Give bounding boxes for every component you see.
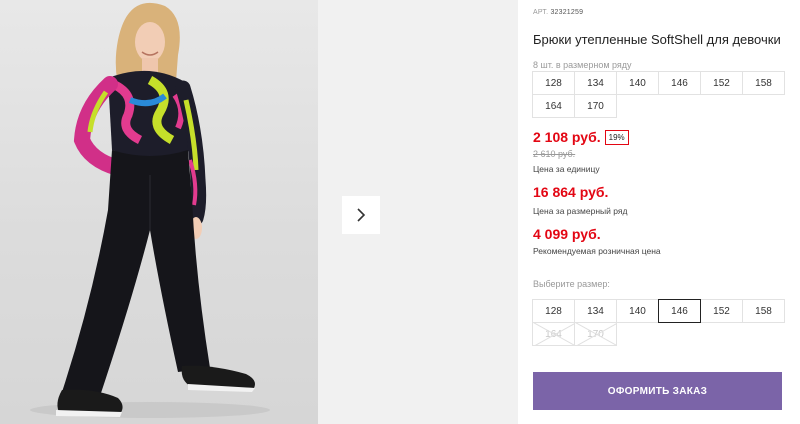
range-size-cell: 158: [742, 71, 785, 95]
retail-price: 4 099 руб.: [533, 226, 601, 242]
range-size-cell: 164: [532, 94, 575, 118]
unit-price-label: Цена за единицу: [533, 164, 600, 174]
article-label: АРТ.: [533, 9, 549, 16]
chevron-right-icon: [357, 208, 366, 222]
choose-size-label: Выберите размер:: [533, 279, 610, 289]
size-option-146-selected[interactable]: 146: [658, 299, 701, 323]
retail-price-label: Рекомендуемая розничная цена: [533, 246, 661, 256]
girl-photo-illustration: [30, 2, 270, 418]
size-option-164-unavailable: 164: [532, 322, 575, 346]
old-price: 2 610 руб.: [533, 149, 576, 159]
discount-badge: 19%: [604, 129, 629, 145]
range-size-cell: 134: [574, 71, 617, 95]
range-price: 16 864 руб.: [533, 184, 609, 200]
unit-price-row: 2 108 руб. 19%: [533, 129, 629, 145]
range-price-label: Цена за размерный ряд: [533, 206, 628, 216]
range-size-cell: 152: [700, 71, 743, 95]
product-title: Брюки утепленные SoftShell для девочки: [533, 32, 781, 47]
unit-price: 2 108 руб.: [533, 129, 601, 145]
size-option-140[interactable]: 140: [616, 299, 659, 323]
product-photo: [0, 0, 318, 424]
range-size-cell: 146: [658, 71, 701, 95]
range-size-cell: 170: [574, 94, 617, 118]
article-value: 32321259: [550, 9, 584, 16]
gallery-next-button[interactable]: [342, 196, 380, 234]
size-selector: 128 134 140 146 152 158 164 170: [532, 299, 785, 346]
size-option-170-unavailable: 170: [574, 322, 617, 346]
article-number: АРТ. 32321259: [533, 9, 583, 16]
range-note: 8 шт. в размерном ряду: [533, 60, 632, 70]
size-range-grid: 128 134 140 146 152 158 164 170: [532, 71, 785, 118]
size-option-152[interactable]: 152: [700, 299, 743, 323]
place-order-button[interactable]: ОФОРМИТЬ ЗАКАЗ: [533, 372, 782, 410]
size-option-134[interactable]: 134: [574, 299, 617, 323]
range-size-cell: 140: [616, 71, 659, 95]
size-option-128[interactable]: 128: [532, 299, 575, 323]
range-size-cell: 128: [532, 71, 575, 95]
size-option-158[interactable]: 158: [742, 299, 785, 323]
